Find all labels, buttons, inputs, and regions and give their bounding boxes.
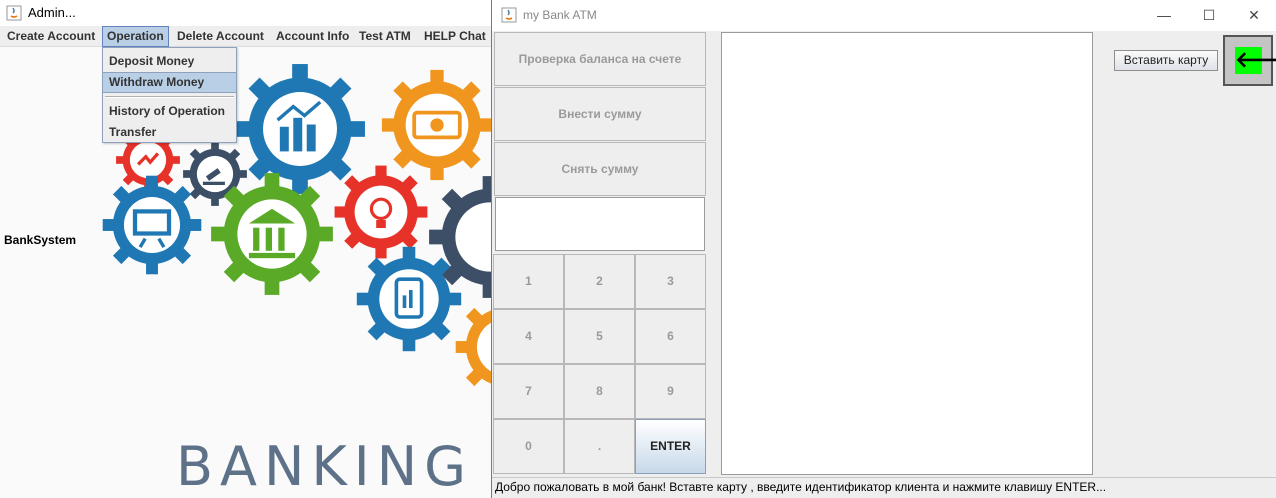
menu-operation[interactable]: Operation bbox=[102, 26, 169, 47]
key-0[interactable]: 0 bbox=[493, 419, 564, 474]
deposit-amount-button[interactable]: Внести сумму bbox=[494, 87, 706, 141]
withdraw-amount-button[interactable]: Снять сумму bbox=[494, 142, 706, 196]
menu-delete-account[interactable]: Delete Account bbox=[173, 26, 268, 47]
key-5[interactable]: 5 bbox=[564, 309, 635, 364]
key-2[interactable]: 2 bbox=[564, 254, 635, 309]
key-enter[interactable]: ENTER bbox=[635, 419, 706, 474]
menu-item-history-of-operation[interactable]: History of Operation bbox=[103, 101, 236, 122]
maximize-button[interactable]: ☐ bbox=[1186, 0, 1232, 31]
key-1[interactable]: 1 bbox=[493, 254, 564, 309]
back-button[interactable]: 🡐 bbox=[1223, 35, 1276, 86]
menu-help-chat[interactable]: HELP Chat bbox=[420, 26, 490, 47]
minimize-button[interactable]: — bbox=[1141, 0, 1187, 31]
menu-item-deposit-money[interactable]: Deposit Money bbox=[103, 51, 236, 72]
key-8[interactable]: 8 bbox=[564, 364, 635, 419]
gear-blue-tablet bbox=[356, 246, 462, 352]
menu-account-info[interactable]: Account Info bbox=[272, 26, 353, 47]
close-button[interactable]: ✕ bbox=[1231, 0, 1276, 31]
menu-create-account[interactable]: Create Account bbox=[3, 26, 99, 47]
status-bar: Добро пожаловать в мой банк! Вставте кар… bbox=[492, 477, 1276, 498]
java-icon bbox=[6, 5, 22, 21]
atm-window: my Bank ATM — ☐ ✕ Проверка баланса на сч… bbox=[491, 0, 1276, 498]
menu-test-atm[interactable]: Test ATM bbox=[355, 26, 415, 47]
menu-separator bbox=[105, 96, 234, 98]
insert-card-button[interactable]: Вставить карту bbox=[1114, 50, 1218, 71]
gear-blue-chart bbox=[235, 64, 365, 194]
key-6[interactable]: 6 bbox=[635, 309, 706, 364]
client-id-input[interactable] bbox=[495, 197, 705, 251]
banking-banner-text: BANKING bbox=[176, 435, 473, 498]
gear-blue-presentation bbox=[102, 175, 202, 275]
check-balance-button[interactable]: Проверка баланса на счете bbox=[494, 32, 706, 86]
admin-content: BankSystem BANKING bbox=[0, 47, 500, 498]
key-9[interactable]: 9 bbox=[635, 364, 706, 419]
key-7[interactable]: 7 bbox=[493, 364, 564, 419]
gear-red-idea bbox=[334, 165, 428, 259]
atm-titlebar[interactable]: my Bank ATM — ☐ ✕ bbox=[492, 0, 1276, 31]
menu-item-transfer[interactable]: Transfer bbox=[103, 122, 236, 143]
atm-window-title: my Bank ATM bbox=[523, 8, 597, 22]
key-4[interactable]: 4 bbox=[493, 309, 564, 364]
operation-dropdown-menu: Deposit Money Withdraw Money History of … bbox=[102, 47, 237, 143]
gear-green-bank bbox=[211, 173, 333, 295]
atm-display-area bbox=[721, 32, 1093, 475]
admin-window: Admin... Create Account Operation Delete… bbox=[0, 0, 500, 498]
key-dot[interactable]: . bbox=[564, 419, 635, 474]
gear-orange-money bbox=[381, 69, 493, 181]
java-icon bbox=[501, 7, 517, 23]
menu-item-withdraw-money[interactable]: Withdraw Money bbox=[103, 72, 236, 93]
admin-titlebar[interactable]: Admin... bbox=[0, 0, 500, 26]
back-arrow-icon: 🡐 bbox=[1235, 47, 1276, 74]
banking-gears-illustration bbox=[102, 64, 500, 397]
key-3[interactable]: 3 bbox=[635, 254, 706, 309]
admin-menubar: Create Account Operation Delete Account … bbox=[0, 26, 500, 47]
admin-window-title: Admin... bbox=[28, 5, 76, 20]
bank-system-label: BankSystem bbox=[4, 233, 77, 247]
